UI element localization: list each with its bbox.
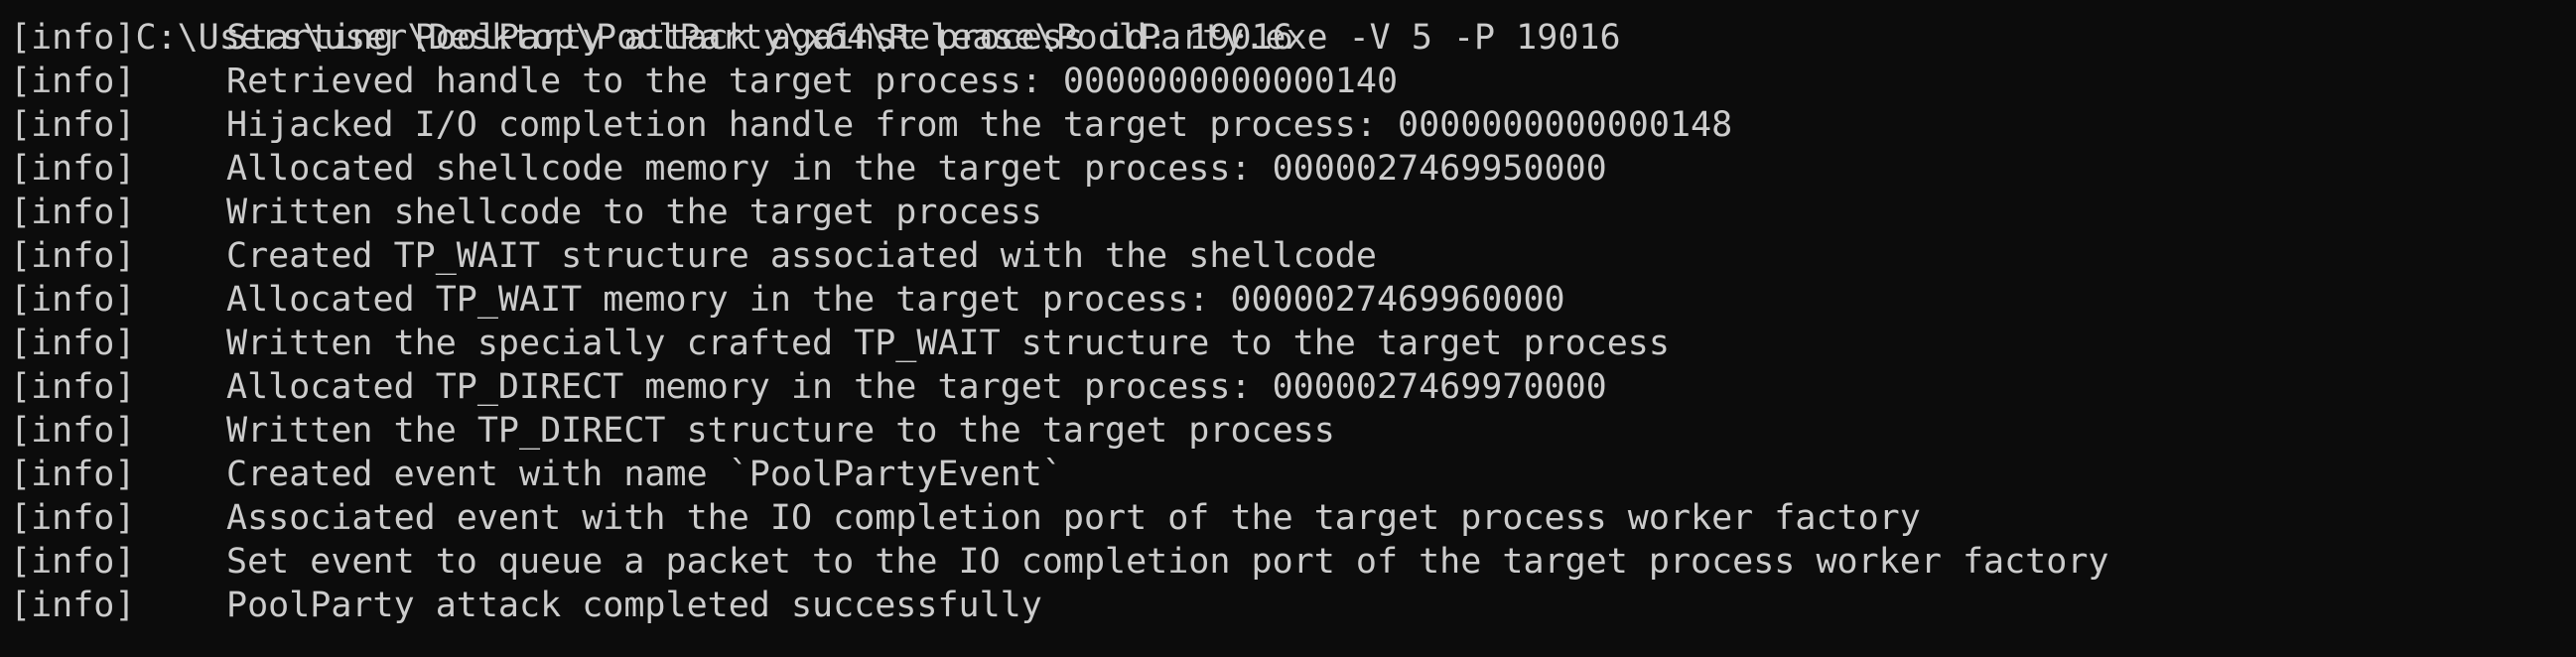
log-message: Written shellcode to the target process (226, 193, 1042, 232)
log-line: [info] Allocated TP_DIRECT memory in the … (10, 365, 2108, 409)
log-line: [info] Written the TP_DIRECT structure to… (10, 409, 2108, 453)
log-tag: [info] (10, 18, 136, 58)
log-tag: [info] (10, 586, 136, 625)
log-line: [info] Written the specially crafted TP_W… (10, 322, 2108, 365)
terminal-output: C:\Users\user\Desktop\PoolParty\x64\Rele… (10, 0, 2108, 627)
log-tag: [info] (10, 236, 136, 276)
log-message: Starting PoolParty attack against proces… (226, 18, 1293, 58)
log-tag: [info] (10, 367, 136, 407)
log-tag: [info] (10, 105, 136, 145)
log-tag: [info] (10, 280, 136, 320)
log-line: [info] Retrieved handle to the target pro… (10, 60, 2108, 103)
log-line: [info] Set event to queue a packet to the… (10, 540, 2108, 584)
log-tag: [info] (10, 498, 136, 538)
log-message: Created event with name `PoolPartyEvent` (226, 455, 1063, 494)
log-tag: [info] (10, 542, 136, 582)
log-line: [info] Allocated TP_WAIT memory in the ta… (10, 278, 2108, 322)
log-message: PoolParty attack completed successfully (226, 586, 1042, 625)
log-line: [info] Created TP_WAIT structure associat… (10, 234, 2108, 278)
log-message: Allocated TP_DIRECT memory in the target… (226, 367, 1607, 407)
log-message: Written the specially crafted TP_WAIT st… (226, 324, 1670, 363)
prompt-line: C:\Users\user\Desktop\PoolParty\x64\Rele… (10, 0, 2108, 58)
log-tag: [info] (10, 411, 136, 451)
log-line: [info] Hijacked I/O completion handle fro… (10, 103, 2108, 147)
log-tag: [info] (10, 455, 136, 494)
log-message: Retrieved handle to the target process: … (226, 62, 1399, 101)
log-tag: [info] (10, 324, 136, 363)
log-message: Written the TP_DIRECT structure to the t… (226, 411, 1335, 451)
log-line: [info] Allocated shellcode memory in the … (10, 147, 2108, 191)
log-line: [info] Associated event with the IO compl… (10, 496, 2108, 540)
log-message: Set event to queue a packet to the IO co… (226, 542, 2109, 582)
terminal-window[interactable]: C:\Users\user\Desktop\PoolParty\x64\Rele… (0, 0, 2576, 657)
log-message: Allocated TP_WAIT memory in the target p… (226, 280, 1565, 320)
log-message: Associated event with the IO completion … (226, 498, 1921, 538)
log-message: Allocated shellcode memory in the target… (226, 149, 1607, 189)
log-line: [info] PoolParty attack completed success… (10, 584, 2108, 627)
log-tag: [info] (10, 62, 136, 101)
log-line: [info] Created event with name `PoolParty… (10, 453, 2108, 496)
log-tag: [info] (10, 193, 136, 232)
log-tag: [info] (10, 149, 136, 189)
log-line: [info] Starting PoolParty attack against … (10, 16, 2108, 60)
log-message: Hijacked I/O completion handle from the … (226, 105, 1733, 145)
log-line: [info] Written shellcode to the target pr… (10, 191, 2108, 234)
log-message: Created TP_WAIT structure associated wit… (226, 236, 1377, 276)
